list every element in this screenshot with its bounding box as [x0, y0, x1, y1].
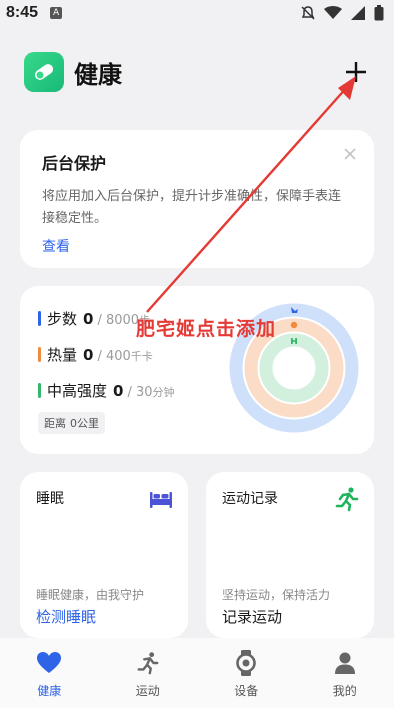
intensity-ring: [259, 333, 329, 403]
intensity-unit: 分钟: [152, 386, 175, 399]
distance-value: 0公里: [70, 417, 99, 430]
distance-badge: 距离 0公里: [38, 412, 105, 434]
steps-value: 0: [83, 310, 94, 328]
heart-icon: [37, 652, 62, 673]
mute-icon: [301, 6, 315, 20]
profile-icon: [334, 652, 355, 674]
calories-label: 热量: [47, 346, 78, 364]
sleep-subtitle: 睡眠健康，由我守护: [36, 588, 145, 602]
calories-value: 0: [83, 346, 94, 364]
bottom-nav: 健康 运动 设备 我的: [0, 638, 394, 708]
status-icons: [300, 5, 384, 21]
protect-description: 将应用加入后台保护，提升计步准确性，保障手表连接稳定性。: [42, 189, 342, 226]
page-title: 健康: [74, 60, 122, 89]
distance-label: 距离: [44, 417, 66, 430]
status-time: 8:45: [6, 4, 39, 21]
detect-sleep-link[interactable]: 检测睡眠: [36, 606, 96, 627]
nav-label-profile: 我的: [332, 684, 357, 698]
intensity-color-bar: [38, 383, 41, 398]
activity-stats-card[interactable]: 步数 0 / 8000 步 热量 0 / 400 千卡 中高强度 0 / 30 …: [20, 286, 374, 454]
close-icon[interactable]: [342, 146, 358, 162]
status-bar: 8:45 A: [0, 0, 394, 26]
intensity-value: 0: [113, 382, 124, 400]
nav-label-health: 健康: [37, 684, 62, 698]
battery-icon: [374, 5, 384, 21]
app-header: 健康: [24, 50, 374, 94]
view-link[interactable]: 查看: [42, 236, 70, 256]
bed-icon: [150, 492, 172, 508]
add-button[interactable]: [338, 54, 374, 90]
nav-label-devices: 设备: [234, 684, 259, 698]
exercise-subtitle: 坚持运动，保持活力: [222, 588, 331, 602]
calories-stat: 热量 0 / 400 千卡: [38, 344, 153, 365]
calories-ring-icon: [290, 321, 298, 329]
nav-item-devices[interactable]: 设备: [211, 650, 281, 699]
intensity-target: / 30: [127, 385, 153, 400]
notification-icon: A: [50, 7, 63, 19]
sleep-card[interactable]: 睡眠 睡眠健康，由我守护 检测睡眠: [20, 472, 188, 638]
intensity-stat: 中高强度 0 / 30 分钟: [38, 380, 175, 401]
steps-label: 步数: [47, 310, 78, 328]
plus-icon: [346, 62, 366, 82]
protect-title: 后台保护: [42, 154, 107, 173]
signal-icon: [351, 6, 365, 20]
intensity-label: 中高强度: [47, 382, 108, 400]
calories-color-bar: [38, 347, 41, 362]
running-icon: [137, 652, 159, 675]
steps-target: / 8000: [97, 313, 140, 328]
calories-target: / 400: [97, 349, 131, 364]
nav-item-health[interactable]: 健康: [14, 650, 84, 699]
background-protection-card: 后台保护 将应用加入后台保护，提升计步准确性，保障手表连接稳定性。 查看: [20, 130, 374, 268]
exercise-record-card[interactable]: 运动记录 坚持运动，保持活力 记录运动: [206, 472, 374, 638]
calories-unit: 千卡: [130, 350, 153, 363]
nav-label-exercise: 运动: [135, 684, 160, 698]
wifi-icon: [324, 6, 342, 19]
running-icon: [335, 487, 359, 512]
nav-item-profile[interactable]: 我的: [310, 650, 380, 699]
annotation-text: 肥宅姬点击添加: [136, 318, 277, 340]
steps-color-bar: [38, 311, 41, 326]
watch-icon: [236, 650, 257, 676]
nav-item-exercise[interactable]: 运动: [113, 650, 183, 699]
steps-stat: 步数 0 / 8000 步: [38, 308, 150, 329]
record-exercise-link[interactable]: 记录运动: [222, 606, 282, 627]
health-app-logo-icon: [24, 52, 64, 92]
